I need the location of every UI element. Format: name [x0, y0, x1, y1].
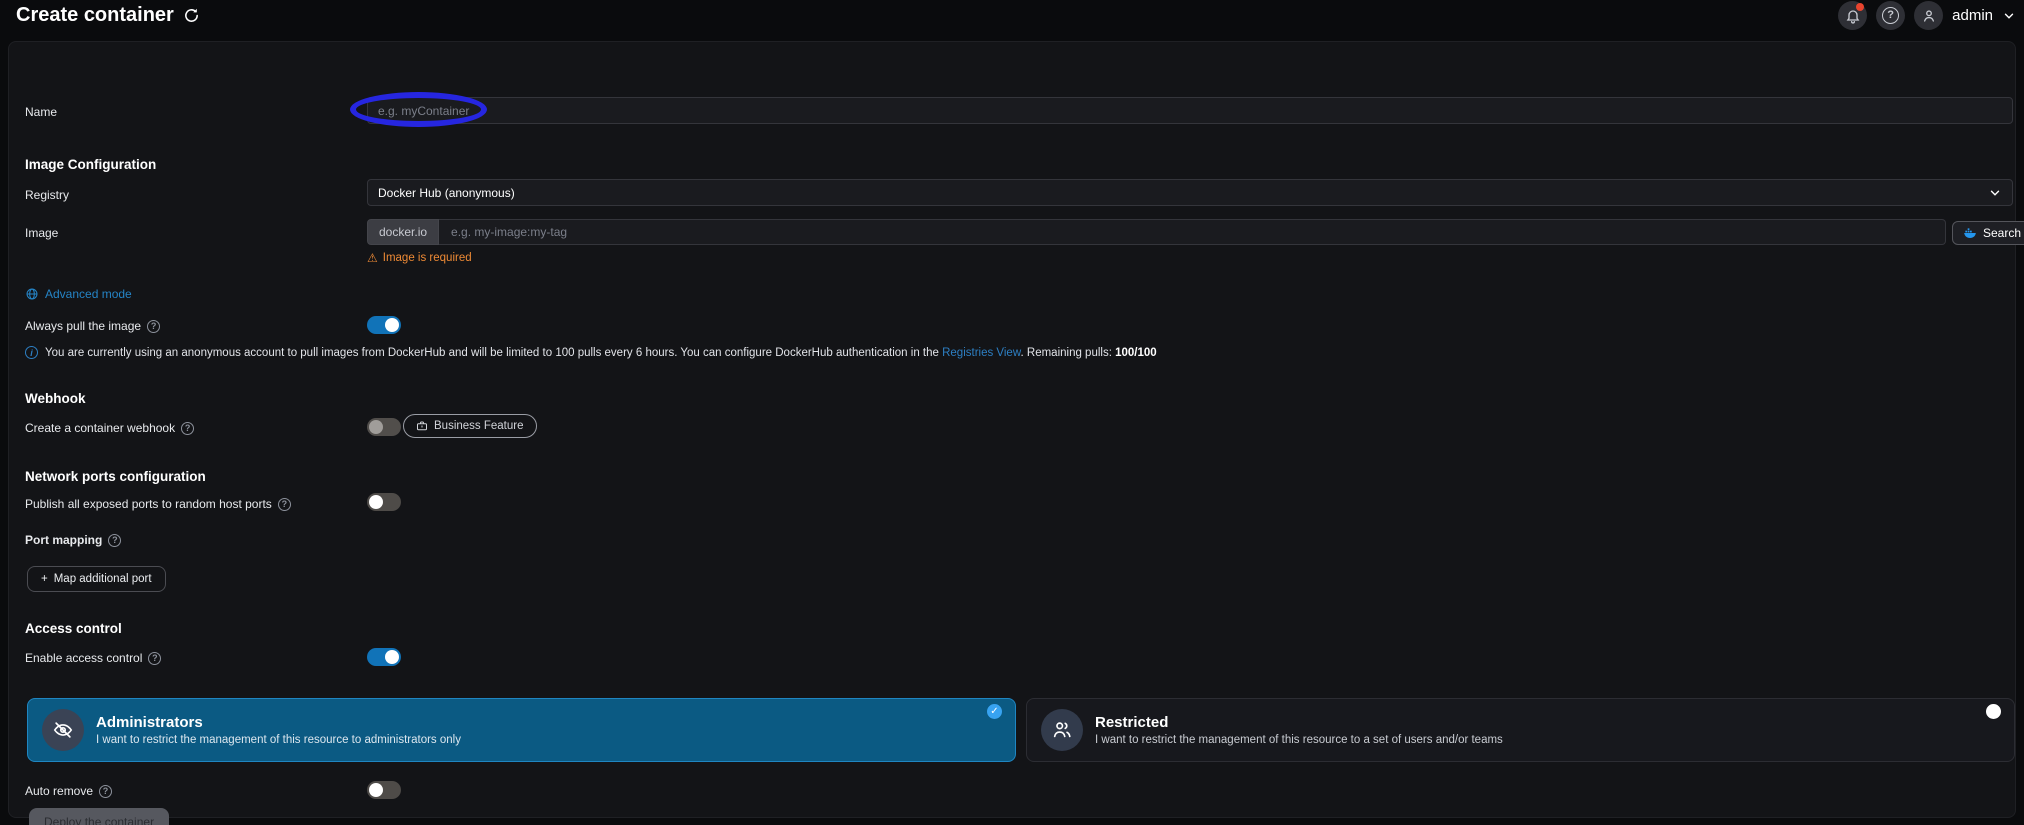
- business-feature-badge: Business Feature: [403, 414, 537, 438]
- briefcase-icon: [416, 420, 428, 432]
- remaining-pulls-value: 100/100: [1115, 347, 1157, 359]
- help-tooltip-icon[interactable]: ?: [148, 652, 161, 665]
- access-control-heading: Access control: [25, 621, 122, 636]
- info-icon: i: [25, 346, 38, 359]
- warning-icon: ⚠: [367, 251, 378, 265]
- page: Create container ? admin: [0, 0, 2024, 825]
- card-text: Administrators I want to restrict the ma…: [96, 714, 461, 746]
- notification-dot: [1856, 3, 1864, 11]
- selected-check-icon: ✓: [987, 704, 1002, 719]
- publish-all-ports-toggle[interactable]: [367, 493, 401, 511]
- image-registry-prefix: docker.io: [367, 219, 439, 245]
- image-required-error: ⚠ Image is required: [367, 251, 472, 265]
- image-search-button[interactable]: Search: [1952, 221, 2024, 245]
- webhook-heading: Webhook: [25, 391, 86, 406]
- notifications-button[interactable]: [1838, 1, 1867, 30]
- registry-selected-value: Docker Hub (anonymous): [378, 186, 515, 200]
- eye-slash-icon: [52, 719, 74, 741]
- registry-select[interactable]: Docker Hub (anonymous): [367, 179, 2013, 206]
- users-icon: [1051, 719, 1073, 741]
- page-title-text: Create container: [16, 4, 174, 27]
- chevron-down-icon: [1988, 186, 2002, 200]
- create-container-form-panel: Name Image Configuration Registry Docker…: [8, 41, 2016, 818]
- always-pull-label: Always pull the image ?: [25, 319, 160, 333]
- card-title: Administrators: [96, 714, 461, 731]
- chevron-down-icon[interactable]: [2002, 9, 2016, 23]
- image-label: Image: [25, 226, 58, 240]
- port-mapping-label: Port mapping ?: [25, 533, 121, 547]
- notice-text: You are currently using an anonymous acc…: [45, 347, 942, 359]
- help-tooltip-icon[interactable]: ?: [147, 320, 160, 333]
- username[interactable]: admin: [1952, 7, 1993, 24]
- unselected-radio-icon[interactable]: [1986, 704, 2001, 719]
- card-description: I want to restrict the management of thi…: [96, 734, 461, 746]
- globe-icon: [25, 287, 39, 301]
- toggle-knob: [385, 318, 399, 332]
- plus-icon: +: [41, 573, 48, 585]
- publish-all-ports-label: Publish all exposed ports to random host…: [25, 497, 291, 511]
- image-input-group: docker.io: [367, 219, 1946, 245]
- card-description: I want to restrict the management of thi…: [1095, 734, 1503, 746]
- network-ports-heading: Network ports configuration: [25, 469, 206, 484]
- help-tooltip-icon[interactable]: ?: [108, 534, 121, 547]
- docker-whale-icon: [1963, 226, 1977, 240]
- notice-text-2: . Remaining pulls:: [1021, 347, 1116, 359]
- page-title: Create container: [16, 4, 200, 27]
- card-text: Restricted I want to restrict the manage…: [1095, 714, 1503, 746]
- advanced-mode-link[interactable]: Advanced mode: [25, 287, 132, 301]
- help-tooltip-icon[interactable]: ?: [181, 422, 194, 435]
- registries-view-link[interactable]: Registries View: [942, 347, 1020, 359]
- refresh-icon[interactable]: [183, 7, 200, 24]
- create-webhook-label: Create a container webhook ?: [25, 421, 194, 435]
- card-title: Restricted: [1095, 714, 1503, 731]
- create-webhook-toggle: [367, 418, 401, 436]
- deploy-container-button[interactable]: Deploy the container: [29, 808, 169, 825]
- users-avatar: [1041, 709, 1083, 751]
- help-icon: ?: [1882, 7, 1899, 24]
- help-tooltip-icon[interactable]: ?: [99, 785, 112, 798]
- always-pull-toggle[interactable]: [367, 316, 401, 334]
- toggle-knob: [385, 650, 399, 664]
- user-icon: [1921, 8, 1937, 24]
- enable-access-control-toggle[interactable]: [367, 648, 401, 666]
- registry-label: Registry: [25, 188, 69, 202]
- toggle-knob: [369, 783, 383, 797]
- user-avatar-button[interactable]: [1914, 1, 1943, 30]
- map-additional-port-button[interactable]: + Map additional port: [27, 566, 166, 592]
- name-label: Name: [25, 105, 57, 119]
- auto-remove-label: Auto remove ?: [25, 784, 112, 798]
- toggle-knob: [369, 420, 383, 434]
- help-tooltip-icon[interactable]: ?: [278, 498, 291, 511]
- access-option-restricted[interactable]: Restricted I want to restrict the manage…: [1026, 698, 2015, 762]
- topbar: ? admin: [1838, 1, 2016, 30]
- pull-limit-notice: i You are currently using an anonymous a…: [25, 346, 1157, 359]
- name-input[interactable]: [367, 97, 2013, 124]
- auto-remove-toggle[interactable]: [367, 781, 401, 799]
- image-input[interactable]: [439, 219, 1946, 245]
- help-button[interactable]: ?: [1876, 1, 1905, 30]
- eye-slash-avatar: [42, 709, 84, 751]
- toggle-knob: [369, 495, 383, 509]
- access-option-administrators[interactable]: Administrators I want to restrict the ma…: [27, 698, 1016, 762]
- image-configuration-heading: Image Configuration: [25, 157, 156, 172]
- enable-access-control-label: Enable access control ?: [25, 651, 161, 665]
